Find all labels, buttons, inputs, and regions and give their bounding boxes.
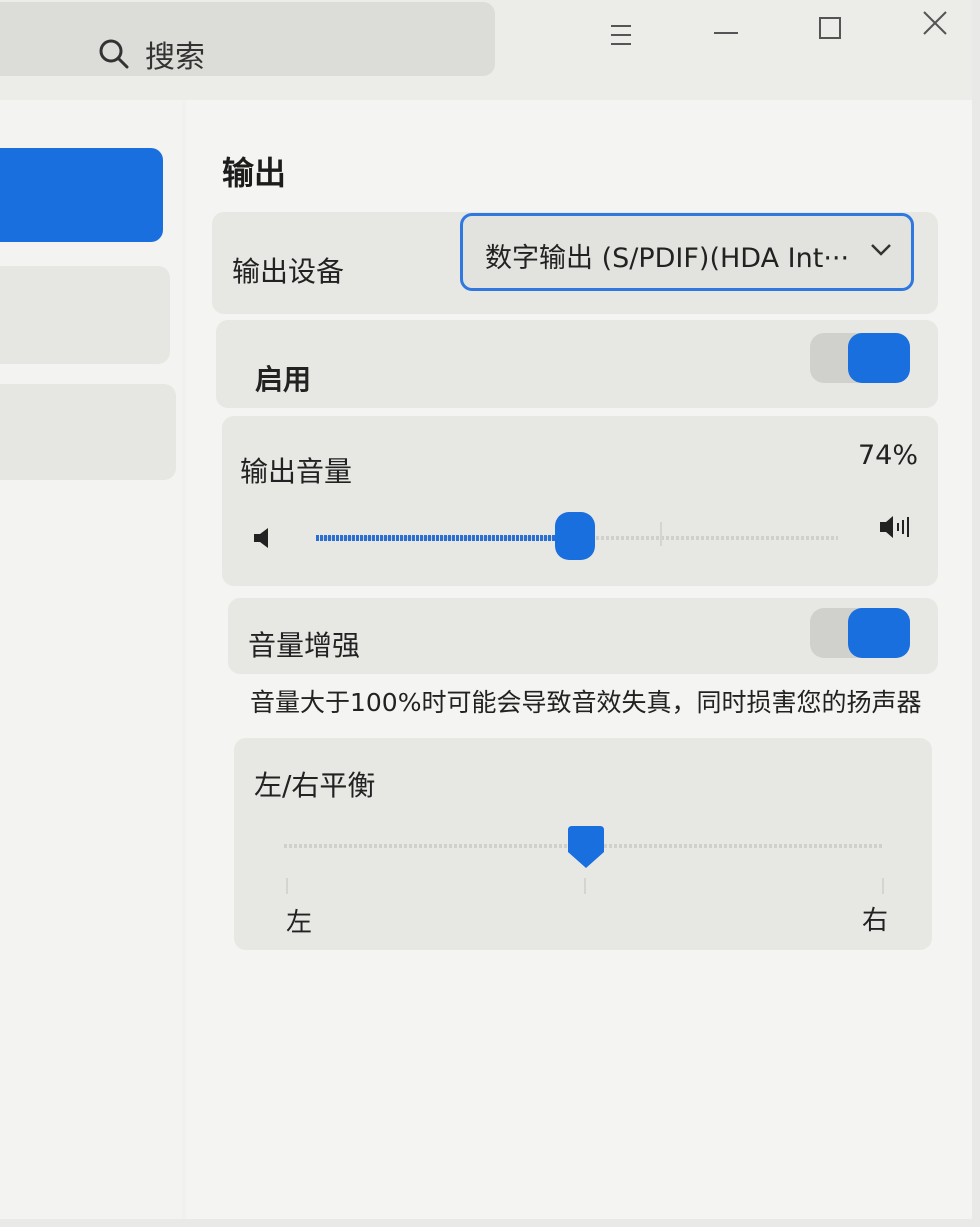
output-volume-row [222, 416, 938, 586]
sidebar-item[interactable] [0, 266, 170, 364]
volume-boost-label: 音量增强 [248, 629, 361, 662]
balance-label: 左/右平衡 [254, 769, 376, 802]
sidebar-item-active[interactable] [0, 148, 163, 242]
menu-icon [611, 25, 631, 45]
volume-percent: 74% [858, 440, 919, 471]
close-button[interactable] [906, 6, 962, 62]
sidebar-item[interactable] [0, 384, 176, 480]
balance-left-label: 左 [286, 908, 313, 938]
search-placeholder: 搜索 [145, 40, 205, 75]
volume-low-icon[interactable] [252, 526, 274, 550]
chevron-down-icon [871, 244, 891, 256]
minimize-icon [714, 32, 738, 34]
search-icon [99, 39, 129, 69]
toggle-knob [848, 333, 910, 383]
enable-label: 启用 [255, 363, 312, 396]
output-device-label: 输出设备 [232, 255, 345, 288]
balance-center-tick [584, 878, 586, 894]
volume-high-icon[interactable] [878, 514, 912, 540]
output-volume-label: 输出音量 [240, 455, 353, 488]
enable-toggle[interactable] [810, 333, 910, 383]
minimize-button[interactable] [698, 6, 754, 62]
sound-settings-window: 搜索 输出 输出设备 数字输出 (S/PDIF)(HDA Int··· 启用 输… [0, 0, 972, 1219]
volume-boost-hint: 音量大于100%时可能会导致音效失真，同时损害您的扬声器 [250, 688, 922, 717]
volume-100-tick [660, 522, 662, 546]
volume-slider-handle[interactable] [555, 512, 595, 560]
maximize-button[interactable] [802, 6, 858, 62]
page-title: 输出 [222, 154, 287, 192]
balance-left-tick [286, 878, 288, 894]
output-device-select[interactable]: 数字输出 (S/PDIF)(HDA Int··· [460, 213, 914, 291]
output-device-value: 数字输出 (S/PDIF)(HDA Int··· [485, 243, 850, 274]
maximize-icon [819, 17, 841, 39]
close-icon [923, 11, 947, 35]
search-box[interactable]: 搜索 [0, 2, 495, 76]
volume-boost-toggle[interactable] [810, 608, 910, 658]
volume-track-fill [316, 535, 557, 541]
balance-right-tick [882, 878, 884, 894]
balance-right-label: 右 [862, 906, 889, 936]
toggle-knob [848, 608, 910, 658]
title-bar: 搜索 [0, 0, 972, 100]
menu-button[interactable] [594, 6, 650, 62]
balance-slider-handle[interactable] [566, 824, 606, 870]
